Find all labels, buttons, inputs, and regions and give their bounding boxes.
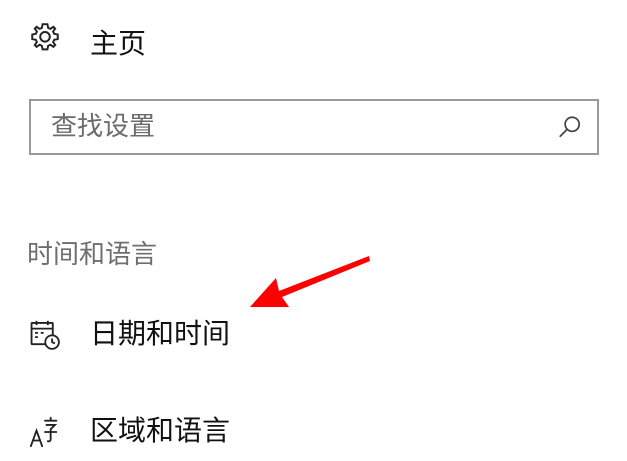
gear-icon [31,23,59,51]
nav-item-label: 区域和语言 [90,414,231,447]
home-link[interactable]: 主页 [0,8,627,64]
annotation-arrow [250,256,370,307]
language-icon [29,416,58,448]
arrow-shape [250,256,370,307]
nav-item-date-time[interactable]: 日期和时间 [0,308,627,364]
section-heading: 时间和语言 [27,240,158,270]
search-input[interactable] [31,101,597,153]
nav-item-label: 日期和时间 [90,317,231,350]
home-label: 主页 [90,27,147,60]
search-box[interactable] [29,99,599,155]
nav-item-region-language[interactable]: 区域和语言 [0,405,627,461]
search-icon[interactable] [557,114,583,140]
calendar-clock-icon [30,320,60,350]
